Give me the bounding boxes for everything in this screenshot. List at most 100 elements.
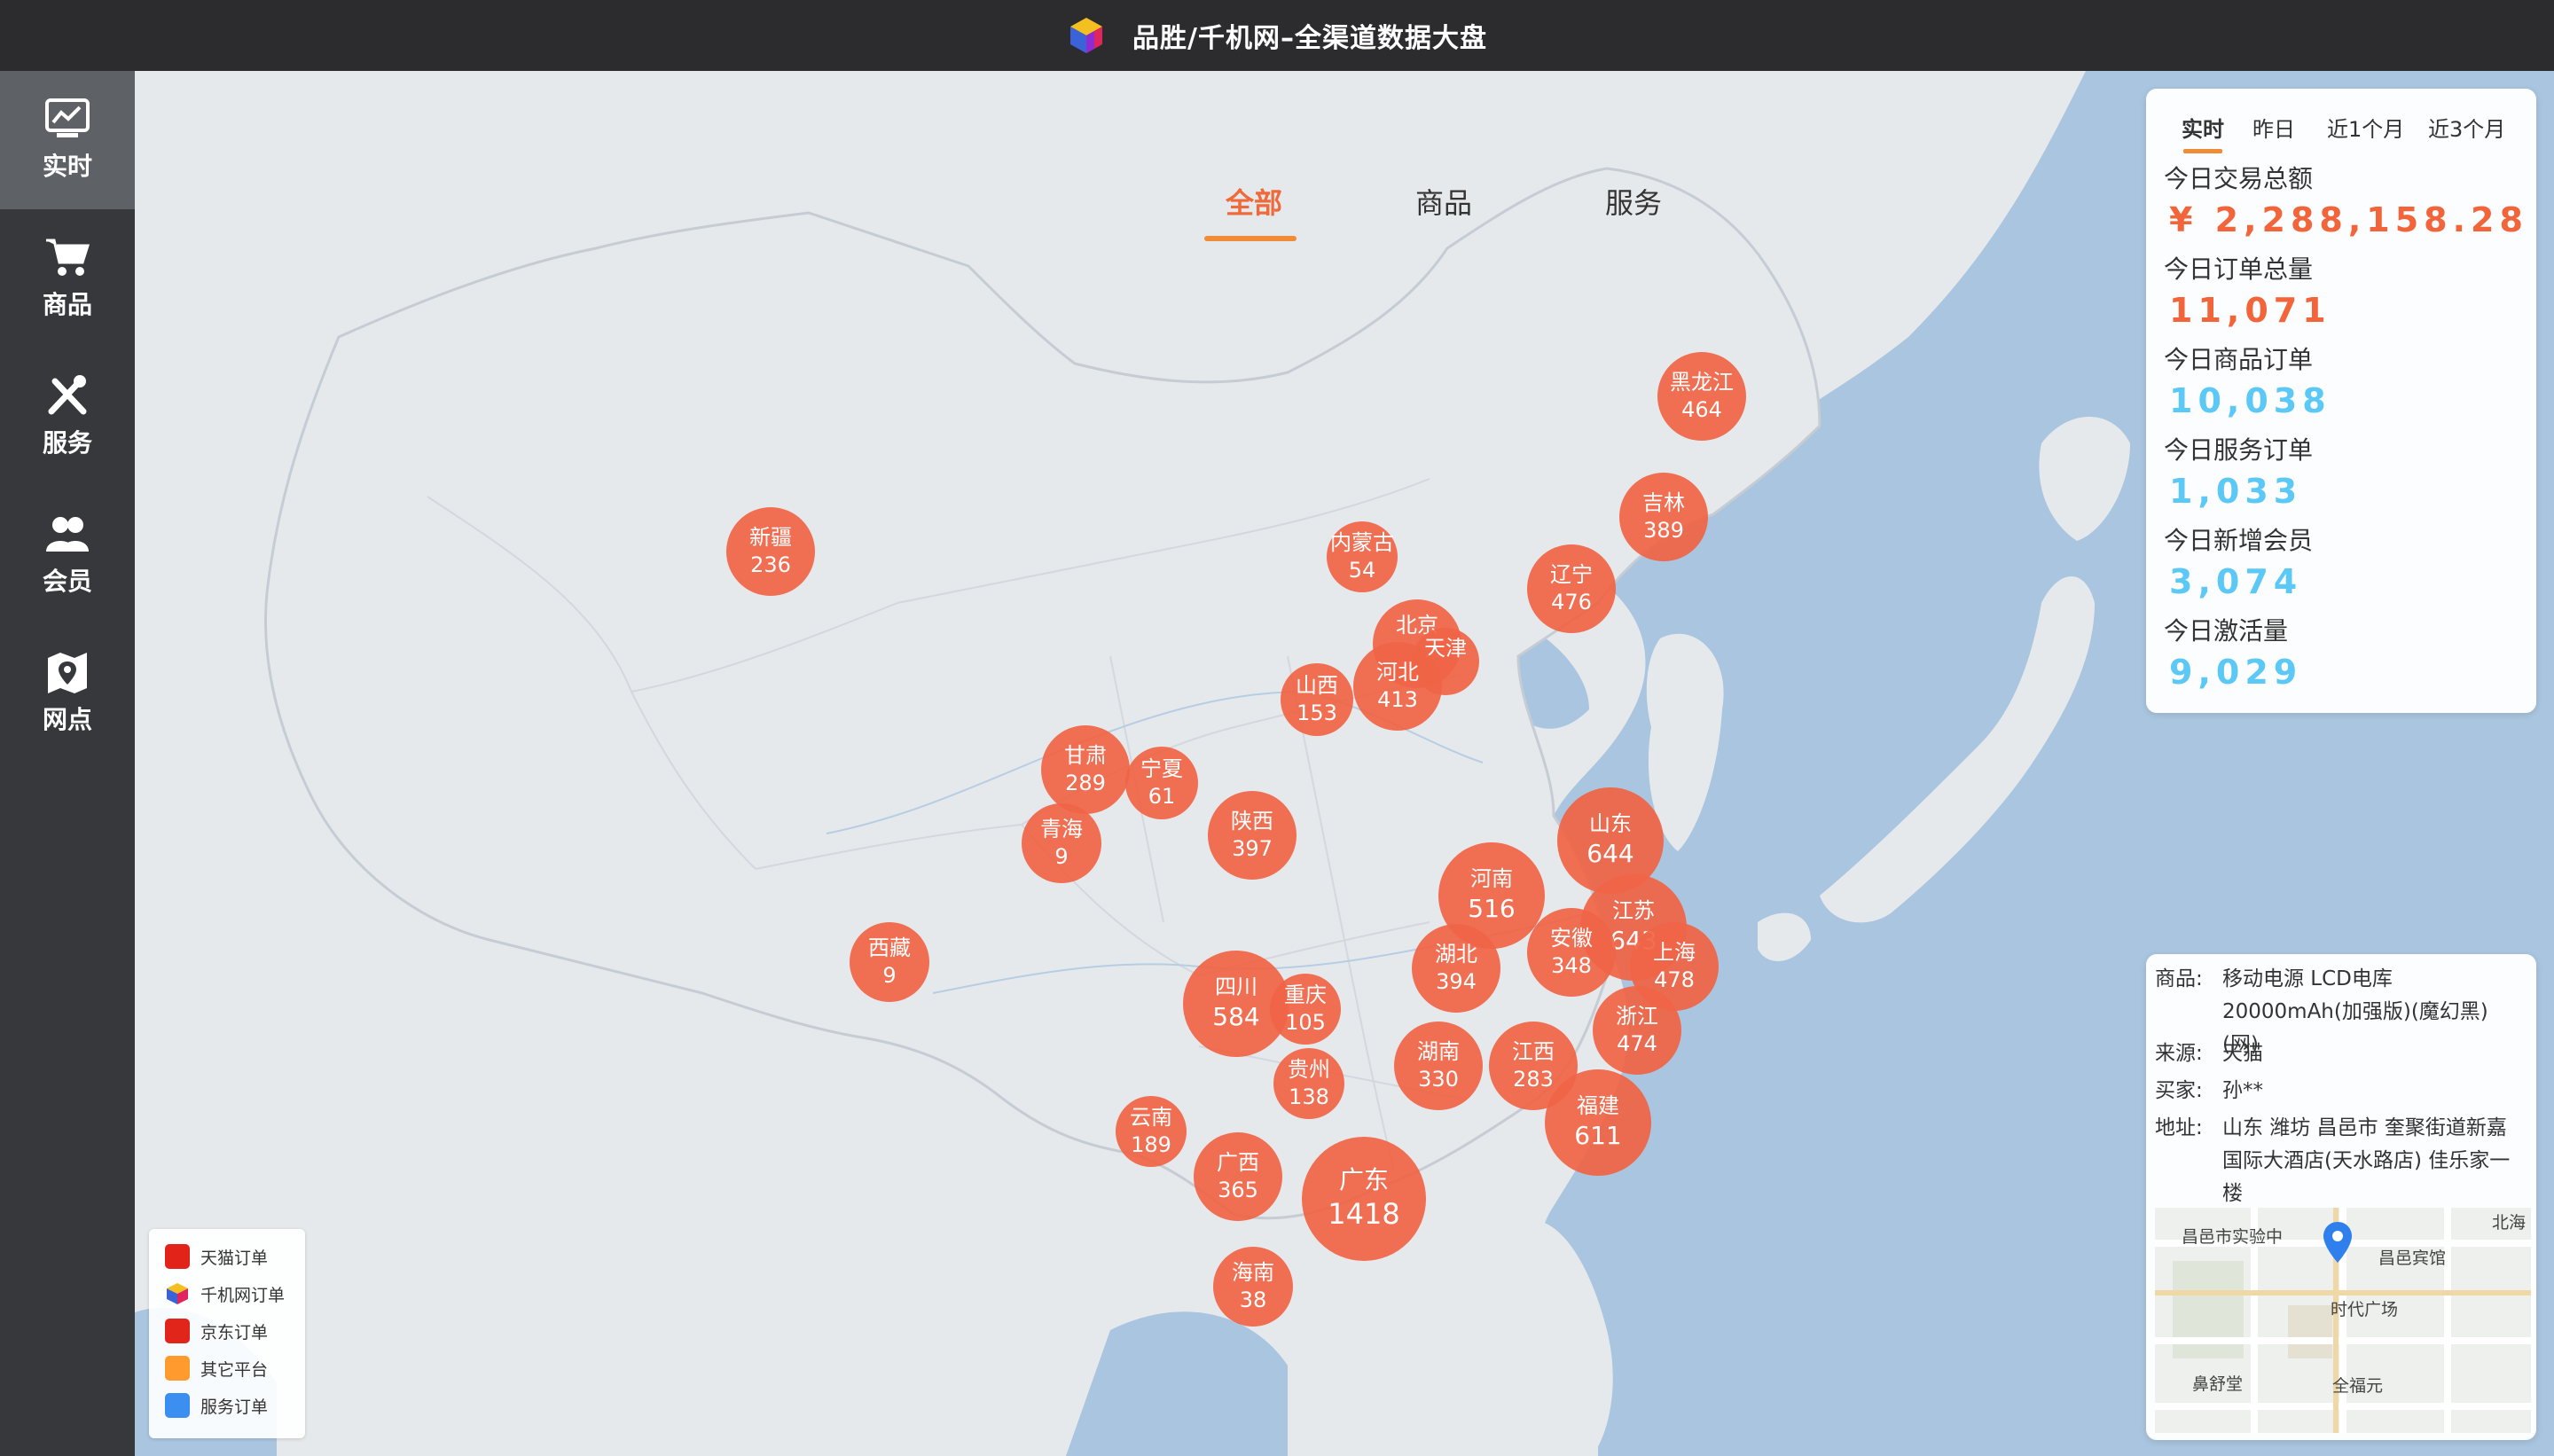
province-bubble-hebei[interactable]: 河北 413 [1353, 642, 1442, 731]
province-bubble-ningxia[interactable]: 宁夏 61 [1125, 747, 1198, 819]
tab-label: 服务 [1604, 186, 1662, 220]
period-tab-yesterday[interactable]: 昨日 [2252, 112, 2295, 143]
province-name: 广西 [1217, 1149, 1259, 1175]
province-bubble-guangdong[interactable]: 广东 1418 [1302, 1137, 1426, 1261]
order-location-map[interactable]: 昌邑市实验中 北海 昌邑宾馆 时代广场 鼻舒堂 全福元 [2155, 1208, 2531, 1433]
stat-label-total-amount: 今日交易总额 [2164, 164, 2314, 193]
province-bubble-liaoning[interactable]: 辽宁 476 [1527, 544, 1616, 633]
province-bubble-guangxi[interactable]: 广西 365 [1194, 1132, 1282, 1221]
province-name: 重庆 [1284, 982, 1327, 1007]
period-tab-realtime[interactable]: 实时 [2182, 112, 2224, 153]
order-buyer-value: 孙** [2222, 1079, 2263, 1102]
stat-label-activations: 今日激活量 [2164, 616, 2289, 646]
sidebar-item-label: 服务 [42, 428, 92, 458]
province-bubble-hunan[interactable]: 湖南 330 [1394, 1022, 1483, 1110]
province-bubble-xizang[interactable]: 西藏 9 [850, 922, 929, 1002]
period-tab-label: 实时 [2182, 117, 2224, 142]
province-value: 61 [1148, 784, 1176, 809]
province-bubble-hubei[interactable]: 湖北 394 [1412, 924, 1500, 1013]
province-value: 476 [1551, 590, 1592, 614]
province-value: 54 [1348, 558, 1376, 583]
province-name: 贵州 [1288, 1056, 1330, 1082]
province-bubble-guizhou[interactable]: 贵州 138 [1273, 1048, 1344, 1119]
tab-label: 全部 [1225, 186, 1282, 220]
province-bubble-chongqing[interactable]: 重庆 105 [1270, 974, 1341, 1045]
period-tab-label: 近1个月 [2327, 117, 2405, 142]
province-bubble-anhui[interactable]: 安徽 348 [1527, 908, 1616, 997]
stat-label-total-orders: 今日订单总量 [2164, 254, 2314, 284]
sidebar-item-label: 网点 [42, 705, 92, 734]
province-name: 甘肃 [1064, 742, 1107, 768]
location-pin-icon [2322, 1220, 2354, 1264]
members-icon [46, 517, 89, 552]
province-name: 黑龙江 [1670, 369, 1734, 395]
province-name: 山西 [1296, 672, 1338, 698]
province-bubble-qinghai[interactable]: 青海 9 [1022, 803, 1101, 883]
province-name: 浙江 [1616, 1003, 1658, 1029]
province-bubble-hainan[interactable]: 海南 38 [1213, 1247, 1293, 1327]
stat-value-service-orders: 1,033 [2169, 472, 2303, 511]
province-bubble-heilongjiang[interactable]: 黑龙江 464 [1657, 352, 1746, 441]
sidebar-item-label: 会员 [42, 567, 92, 596]
map-label-beihai: 北海 [2492, 1213, 2527, 1233]
sidebar-item-service[interactable]: 服务 [0, 348, 135, 486]
tab-service[interactable]: 服务 [1571, 181, 1696, 222]
legend-item-qianji[interactable]: 千机网订单 [165, 1280, 285, 1307]
province-bubble-zhejiang[interactable]: 浙江 474 [1593, 986, 1681, 1075]
stat-value-activations: 9,029 [2169, 653, 2303, 692]
sidebar-item-realtime[interactable]: 实时 [0, 71, 135, 209]
tab-label: 商品 [1414, 186, 1472, 220]
province-value: 105 [1285, 1010, 1326, 1035]
period-tab-3months[interactable]: 近3个月 [2428, 112, 2505, 143]
sidebar: 实时 商品 服务 会员 网点 [0, 71, 135, 1456]
province-name: 云南 [1130, 1104, 1172, 1130]
sidebar-item-products[interactable]: 商品 [0, 209, 135, 348]
tab-products[interactable]: 商品 [1382, 181, 1506, 222]
jd-icon [165, 1319, 190, 1343]
page-title: 品胜/千机网–全渠道数据大盘 [1132, 23, 1487, 54]
province-value: 9 [882, 963, 897, 988]
province-bubble-shanxi[interactable]: 山西 153 [1281, 663, 1353, 736]
province-bubble-shaanxi[interactable]: 陕西 397 [1208, 791, 1297, 880]
province-bubble-yunnan[interactable]: 云南 189 [1116, 1096, 1187, 1167]
stat-label-product-orders: 今日商品订单 [2164, 345, 2314, 374]
sidebar-item-members[interactable]: 会员 [0, 486, 135, 624]
province-bubble-xinjiang[interactable]: 新疆 236 [726, 507, 815, 596]
province-name: 四川 [1215, 975, 1257, 1000]
map-label-hotel: 昌邑宾馆 [2378, 1249, 2447, 1268]
sidebar-item-label: 实时 [42, 152, 92, 181]
stat-value-new-members: 3,074 [2169, 562, 2303, 601]
legend-label: 京东订单 [200, 1322, 269, 1342]
province-bubble-neimenggu[interactable]: 内蒙古 54 [1327, 521, 1398, 592]
province-bubble-gansu[interactable]: 甘肃 289 [1041, 725, 1130, 814]
legend-item-tmall[interactable]: 天猫订单 [165, 1243, 268, 1270]
province-value: 153 [1297, 701, 1337, 725]
province-name: 江苏 [1612, 898, 1655, 924]
period-tab-1month[interactable]: 近1个月 [2327, 112, 2404, 143]
province-value: 394 [1436, 969, 1477, 994]
province-name: 安徽 [1550, 925, 1593, 951]
order-source-legend: 天猫订单 千机网订单 京东订单 其它平台 服务订单 [149, 1229, 305, 1438]
province-value: 464 [1681, 397, 1722, 422]
province-bubble-fujian[interactable]: 福建 611 [1545, 1069, 1651, 1176]
period-tab-label: 近3个月 [2428, 117, 2506, 142]
province-bubble-jilin[interactable]: 吉林 389 [1619, 473, 1708, 561]
province-name: 新疆 [749, 524, 792, 550]
province-name: 上海 [1653, 939, 1696, 965]
province-name: 湖北 [1435, 941, 1477, 967]
province-name: 青海 [1040, 816, 1083, 842]
cart-icon [46, 239, 90, 276]
legend-item-service[interactable]: 服务订单 [165, 1392, 268, 1419]
sidebar-item-outlets[interactable]: 网点 [0, 624, 135, 763]
province-value: 38 [1239, 1288, 1267, 1312]
province-value: 236 [750, 552, 791, 577]
legend-item-other[interactable]: 其它平台 [165, 1355, 268, 1382]
stat-label-service-orders: 今日服务订单 [2164, 435, 2314, 465]
province-name: 江西 [1512, 1038, 1555, 1064]
province-value: 397 [1232, 836, 1273, 861]
tab-all[interactable]: 全部 [1192, 181, 1316, 241]
map-label-quanfuyuan: 全福元 [2332, 1376, 2384, 1396]
legend-item-jd[interactable]: 京东订单 [165, 1318, 268, 1344]
sidebar-item-label: 商品 [42, 290, 92, 319]
province-name: 福建 [1577, 1093, 1619, 1119]
